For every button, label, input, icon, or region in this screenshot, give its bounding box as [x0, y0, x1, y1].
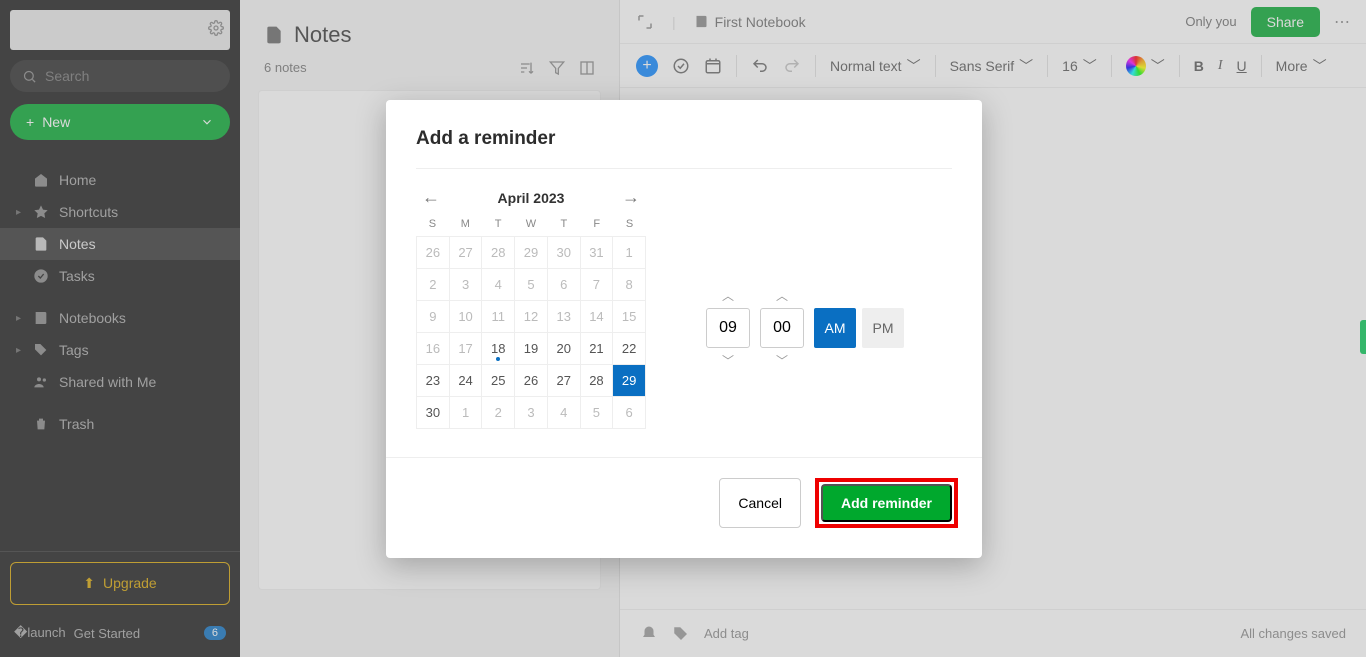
cancel-button[interactable]: Cancel [719, 478, 801, 528]
prev-month-button[interactable]: ← [422, 187, 440, 208]
pm-button[interactable]: PM [862, 308, 904, 348]
dow-label: S [416, 214, 449, 234]
calendar-day[interactable]: 1 [613, 237, 646, 269]
calendar-day[interactable]: 3 [450, 269, 483, 301]
calendar-day[interactable]: 5 [581, 397, 614, 429]
calendar-day[interactable]: 30 [548, 237, 581, 269]
calendar-day[interactable]: 11 [482, 301, 515, 333]
calendar-day[interactable]: 20 [548, 333, 581, 365]
calendar-day[interactable]: 24 [450, 365, 483, 397]
calendar-day[interactable]: 29 [515, 237, 548, 269]
dow-label: M [449, 214, 482, 234]
calendar-day[interactable]: 1 [450, 397, 483, 429]
calendar-day[interactable]: 2 [417, 269, 450, 301]
calendar-day[interactable]: 9 [417, 301, 450, 333]
add-reminder-button[interactable]: Add reminder [821, 484, 952, 522]
calendar-day[interactable]: 15 [613, 301, 646, 333]
calendar-day[interactable]: 30 [417, 397, 450, 429]
calendar: ← April 2023 → SMTWTFS 26272829303112345… [416, 187, 646, 429]
calendar-day[interactable]: 17 [450, 333, 483, 365]
calendar-day[interactable]: 27 [450, 237, 483, 269]
calendar-day[interactable]: 26 [417, 237, 450, 269]
calendar-day[interactable]: 19 [515, 333, 548, 365]
calendar-day[interactable]: 26 [515, 365, 548, 397]
dow-label: W [515, 214, 548, 234]
calendar-day[interactable]: 10 [450, 301, 483, 333]
am-button[interactable]: AM [814, 308, 856, 348]
calendar-day[interactable]: 28 [581, 365, 614, 397]
calendar-day[interactable]: 14 [581, 301, 614, 333]
calendar-day[interactable]: 21 [581, 333, 614, 365]
reminder-modal: Add a reminder ← April 2023 → SMTWTFS 26… [386, 100, 982, 558]
calendar-day[interactable]: 5 [515, 269, 548, 301]
calendar-day[interactable]: 4 [482, 269, 515, 301]
add-reminder-highlight: Add reminder [815, 478, 958, 528]
month-label: April 2023 [498, 190, 565, 206]
minute-input[interactable] [760, 308, 804, 348]
calendar-day[interactable]: 6 [548, 269, 581, 301]
dow-label: T [482, 214, 515, 234]
minute-down[interactable]: ﹀ [776, 352, 788, 369]
calendar-day[interactable]: 31 [581, 237, 614, 269]
calendar-day[interactable]: 3 [515, 397, 548, 429]
calendar-day[interactable]: 29 [613, 365, 646, 397]
minute-up[interactable]: ︿ [776, 287, 788, 304]
calendar-day[interactable]: 23 [417, 365, 450, 397]
calendar-day[interactable]: 8 [613, 269, 646, 301]
calendar-day[interactable]: 13 [548, 301, 581, 333]
calendar-day[interactable]: 18 [482, 333, 515, 365]
calendar-day[interactable]: 7 [581, 269, 614, 301]
calendar-day[interactable]: 4 [548, 397, 581, 429]
calendar-day[interactable]: 28 [482, 237, 515, 269]
calendar-day[interactable]: 22 [613, 333, 646, 365]
calendar-day[interactable]: 2 [482, 397, 515, 429]
hour-input[interactable] [706, 308, 750, 348]
dow-label: F [580, 214, 613, 234]
hour-down[interactable]: ﹀ [722, 352, 734, 369]
next-month-button[interactable]: → [622, 187, 640, 208]
dow-label: T [547, 214, 580, 234]
dow-label: S [613, 214, 646, 234]
calendar-day[interactable]: 16 [417, 333, 450, 365]
calendar-day[interactable]: 27 [548, 365, 581, 397]
calendar-day[interactable]: 12 [515, 301, 548, 333]
modal-title: Add a reminder [416, 128, 952, 150]
calendar-day[interactable]: 25 [482, 365, 515, 397]
time-picker: ︿ ﹀ ︿ ﹀ AM PM [706, 227, 904, 429]
calendar-day[interactable]: 6 [613, 397, 646, 429]
hour-up[interactable]: ︿ [722, 287, 734, 304]
